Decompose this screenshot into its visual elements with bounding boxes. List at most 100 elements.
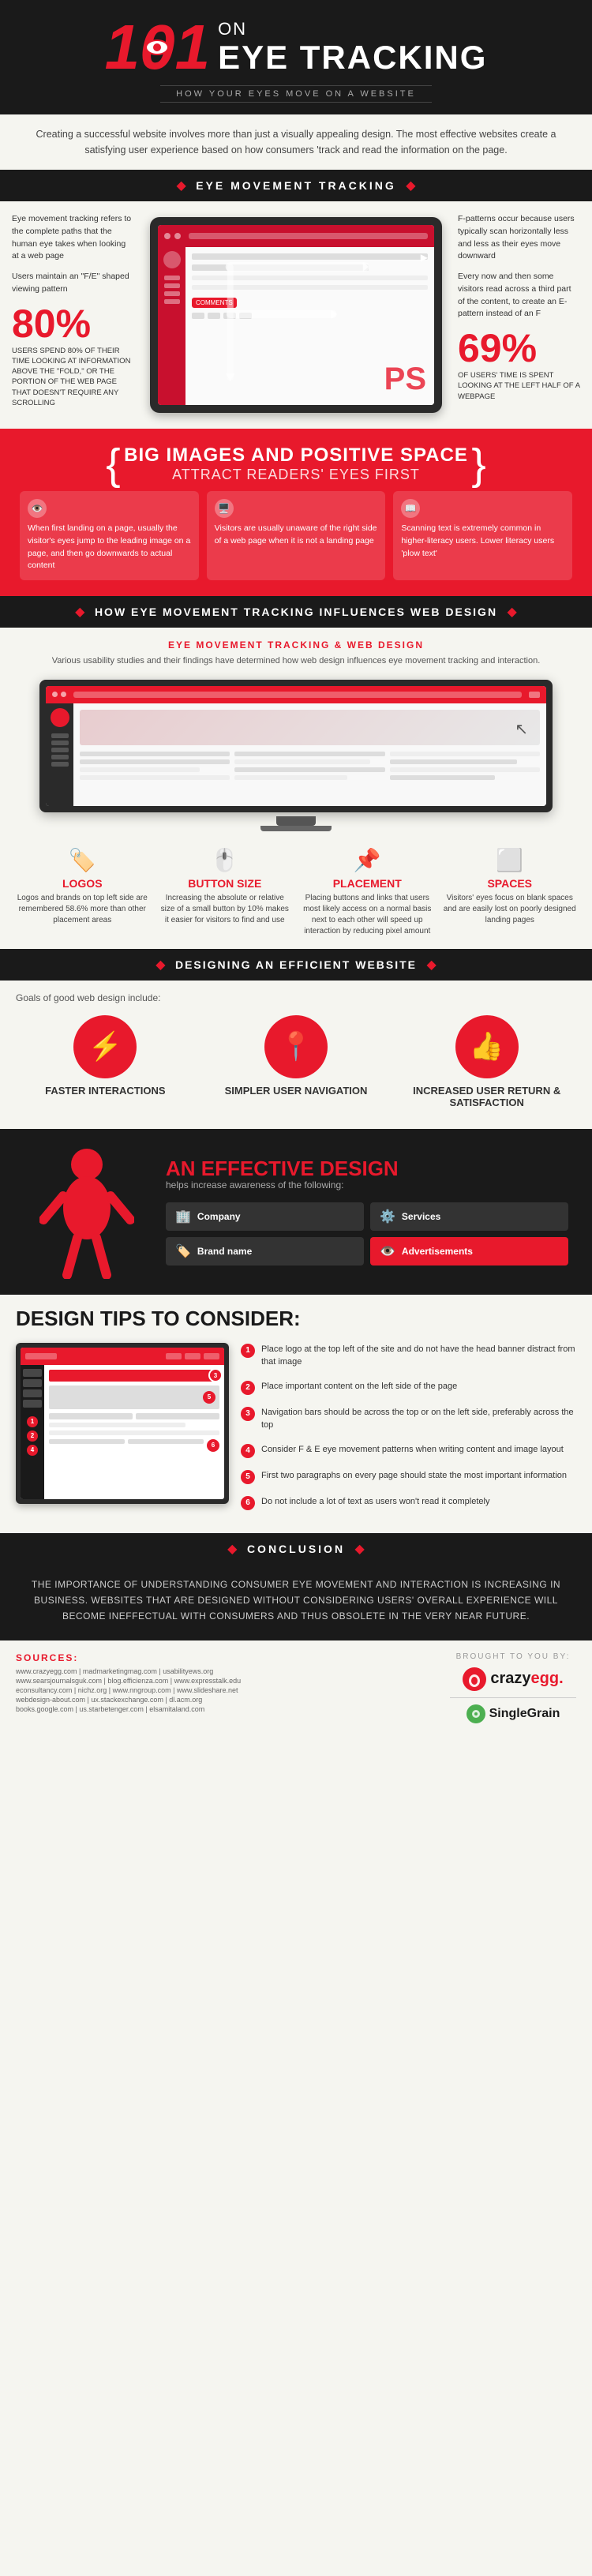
header-on-text: ON — [218, 19, 487, 39]
tip-6-text: Do not include a lot of text as users wo… — [261, 1495, 489, 1509]
efficient-section-header: ◆ DESIGNING AN EFFICIENT WEBSITE ◆ — [0, 949, 592, 981]
header-number: 1 0 1 — [105, 16, 211, 79]
placement-icon: 📌 — [301, 847, 434, 873]
tip-3-badge: 3 — [241, 1407, 255, 1421]
monitor-screen: ↖ — [46, 686, 546, 806]
sources-title: SOURCES: — [16, 1652, 434, 1663]
button-size-desc: Increasing the absolute or relative size… — [159, 893, 292, 926]
tip-4-text: Consider F & E eye movement patterns whe… — [261, 1443, 564, 1457]
big-images-card-3: 📖 Scanning text is extremely common in h… — [393, 491, 572, 580]
goals-grid: ⚡ FASTER INTERACTIONS 📍 SIMPLER USER NAV… — [16, 1015, 576, 1109]
crazyegg-logo-container: crazyegg. — [450, 1667, 576, 1691]
page-header: 1 0 1 ON EYE TRACKING HOW YOUR EYES MOVE… — [0, 0, 592, 114]
crazyegg-logo-icon — [463, 1667, 486, 1691]
big-images-section: { BIG IMAGES AND POSITIVE SPACE ATTRACT … — [0, 429, 592, 596]
intro-paragraph: Creating a successful website involves m… — [32, 126, 560, 158]
website-mockup-container: 1 2 4 3 5 — [16, 1343, 229, 1521]
person-figure-container — [24, 1145, 150, 1279]
monitor-base — [260, 826, 332, 831]
sources-section: SOURCES: www.crazyegg.com | madmarketing… — [0, 1640, 592, 1735]
conclusion-title: CONCLUSION — [247, 1543, 345, 1555]
big-images-card-2: 🖥️ Visitors are usually unaware of the r… — [207, 491, 386, 580]
header-subtitle: HOW YOUR EYES MOVE ON A WEBSITE — [176, 89, 416, 99]
tip-badge-5: 5 — [203, 1391, 215, 1404]
factor-logos: 🏷️ LOGOS Logos and brands on top left si… — [16, 847, 149, 937]
navigation-label: SIMPLER USER NAVIGATION — [207, 1085, 386, 1097]
how-diamond-right: ◆ — [508, 606, 517, 619]
effective-items-grid: 🏢 Company ⚙️ Services 🏷️ Brand name 👁️ A… — [166, 1202, 568, 1266]
how-section-header: ◆ HOW EYE MOVEMENT TRACKING INFLUENCES W… — [0, 596, 592, 628]
design-tips-section: DESIGN TIPS TO CONSIDER: — [0, 1295, 592, 1533]
monitor-left-nav — [46, 703, 73, 806]
tablet-sidebar — [158, 247, 185, 405]
efficient-title: DESIGNING AN EFFICIENT WEBSITE — [175, 958, 417, 971]
logos-desc: Logos and brands on top left side are re… — [16, 893, 149, 926]
eye-movement-content: Eye movement tracking refers to the comp… — [0, 201, 592, 429]
tip-item-3: 3 Navigation bars should be across the t… — [241, 1406, 576, 1432]
crazyegg-text: crazyegg. — [490, 1670, 563, 1688]
factor-placement: 📌 PLACEMENT Placing buttons and links th… — [301, 847, 434, 937]
return-label: INCREASED USER RETURN & SATISFACTION — [397, 1085, 576, 1109]
tip-item-1: 1 Place logo at the top left of the site… — [241, 1343, 576, 1369]
stat-69-number: 69% — [458, 328, 580, 368]
source-link-2: www.searsjournalsguk.com | blog.efficien… — [16, 1677, 434, 1685]
comments-badge: COMMENTS — [192, 298, 237, 308]
tip-badge-3: 3 — [208, 1368, 223, 1382]
effective-right-content: AN EFFECTIVE DESIGN helps increase aware… — [166, 1157, 568, 1266]
tablet-ps-text: PS — [384, 362, 426, 397]
company-icon: 🏢 — [175, 1209, 191, 1224]
spaces-icon: ⬜ — [444, 847, 577, 873]
goals-label: Goals of good web design include: — [16, 992, 576, 1003]
tip-5-badge: 5 — [241, 1470, 255, 1484]
effective-section: AN EFFECTIVE DESIGN helps increase aware… — [0, 1129, 592, 1295]
conclusion-diamond-right: ◆ — [355, 1543, 365, 1556]
monitor-mockup: ↖ — [39, 680, 553, 812]
effective-item-brand: 🏷️ Brand name — [166, 1237, 364, 1266]
conclusion-text: THE IMPORTANCE OF UNDERSTANDING CONSUMER… — [24, 1577, 568, 1625]
factor-spaces: ⬜ SPACES Visitors' eyes focus on blank s… — [444, 847, 577, 937]
logo-divider — [450, 1697, 576, 1698]
eye-movement-title: EYE MOVEMENT TRACKING — [196, 179, 396, 192]
factor-button-size: 🖱️ BUTTON SIZE Increasing the absolute o… — [159, 847, 292, 937]
goal-simpler-navigation: 📍 SIMPLER USER NAVIGATION — [207, 1015, 386, 1109]
source-link-5: books.google.com | us.starbetenger.com |… — [16, 1705, 434, 1713]
singlegrain-logo-container: SingleGrain — [450, 1704, 576, 1723]
tip-item-6: 6 Do not include a lot of text as users … — [241, 1495, 576, 1510]
ads-label: Advertisements — [402, 1246, 473, 1257]
sidebar-item-1 — [23, 1369, 42, 1377]
website-sidebar: 1 2 4 — [21, 1365, 44, 1499]
faster-label: FASTER INTERACTIONS — [16, 1085, 195, 1097]
website-screen: 1 2 4 3 5 — [21, 1348, 224, 1499]
source-link-4: webdesign-about.com | ux.stackexchange.c… — [16, 1696, 434, 1704]
efficient-diamond-left: ◆ — [155, 958, 165, 972]
eye-right-text-1: F-patterns occur because users typically… — [458, 213, 580, 263]
efficient-diamond-right: ◆ — [426, 958, 436, 972]
web-factors-grid: 🏷️ LOGOS Logos and brands on top left si… — [16, 847, 576, 937]
brought-by-section: BROUGHT TO YOU BY: crazyegg. Singl — [450, 1652, 576, 1723]
tip-6-badge: 6 — [241, 1496, 255, 1510]
tip-item-5: 5 First two paragraphs on every page sho… — [241, 1469, 576, 1484]
brought-by-title: BROUGHT TO YOU BY: — [450, 1652, 576, 1661]
person-silhouette-icon — [39, 1145, 134, 1279]
eye-left-column: Eye movement tracking refers to the comp… — [12, 213, 134, 408]
button-size-title: BUTTON SIZE — [159, 877, 292, 890]
effective-subtitle: helps increase awareness of the followin… — [166, 1179, 568, 1191]
tip-item-4: 4 Consider F & E eye movement patterns w… — [241, 1443, 576, 1458]
tip-item-2: 2 Place important content on the left si… — [241, 1380, 576, 1395]
tip-1-badge: 1 — [241, 1344, 255, 1358]
monitor-hero-image: ↖ — [80, 710, 540, 745]
how-subtitle: EYE MOVEMENT TRACKING & WEB DESIGN — [16, 639, 576, 651]
how-section-content: EYE MOVEMENT TRACKING & WEB DESIGN Vario… — [0, 628, 592, 949]
source-link-1: www.crazyegg.com | madmarketingmag.com |… — [16, 1667, 434, 1675]
return-icon: 👍 — [455, 1015, 519, 1078]
big-images-title: BIG IMAGES AND POSITIVE SPACE — [124, 444, 468, 467]
sidebar-item-2 — [23, 1379, 42, 1387]
tip-badge-1: 1 — [27, 1416, 38, 1427]
egg-svg — [466, 1671, 482, 1687]
services-icon: ⚙️ — [380, 1209, 395, 1224]
tips-layout: 1 2 4 3 5 — [16, 1343, 576, 1521]
navigation-icon: 📍 — [264, 1015, 328, 1078]
tip-3-text: Navigation bars should be across the top… — [261, 1406, 576, 1432]
website-mockup: 1 2 4 3 5 — [16, 1343, 229, 1504]
tips-list: 1 Place logo at the top left of the site… — [241, 1343, 576, 1521]
